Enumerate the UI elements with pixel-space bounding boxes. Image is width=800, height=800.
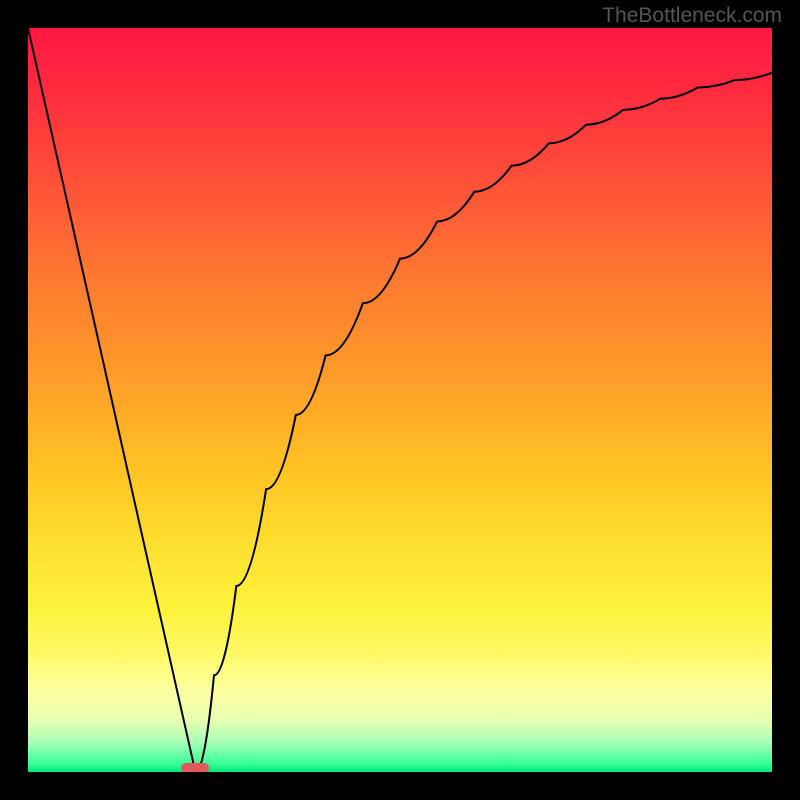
watermark-text: TheBottleneck.com bbox=[602, 4, 782, 28]
curve-left-branch bbox=[28, 28, 195, 772]
curve-layer bbox=[28, 28, 772, 772]
minimum-marker bbox=[181, 763, 209, 772]
chart-frame: TheBottleneck.com bbox=[0, 0, 800, 800]
plot-area bbox=[28, 28, 772, 772]
curve-right-branch bbox=[195, 73, 772, 772]
